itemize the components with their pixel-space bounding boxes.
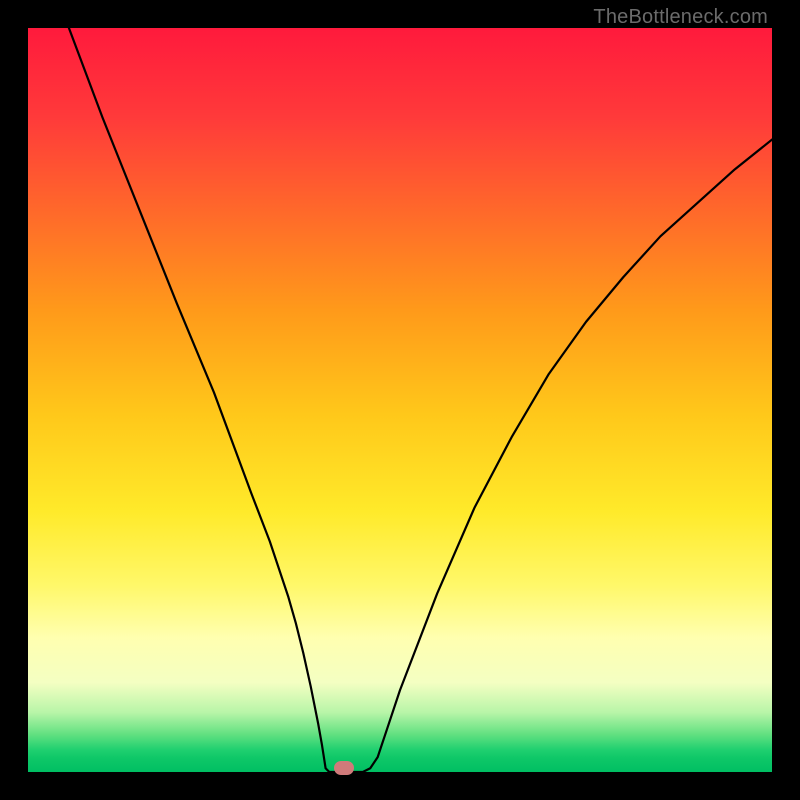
chart-container: TheBottleneck.com xyxy=(0,0,800,800)
plot-area xyxy=(28,28,772,772)
curve-svg xyxy=(28,28,772,772)
optimal-point-marker xyxy=(334,761,354,775)
watermark-text: TheBottleneck.com xyxy=(593,6,768,29)
bottleneck-curve xyxy=(69,28,772,772)
